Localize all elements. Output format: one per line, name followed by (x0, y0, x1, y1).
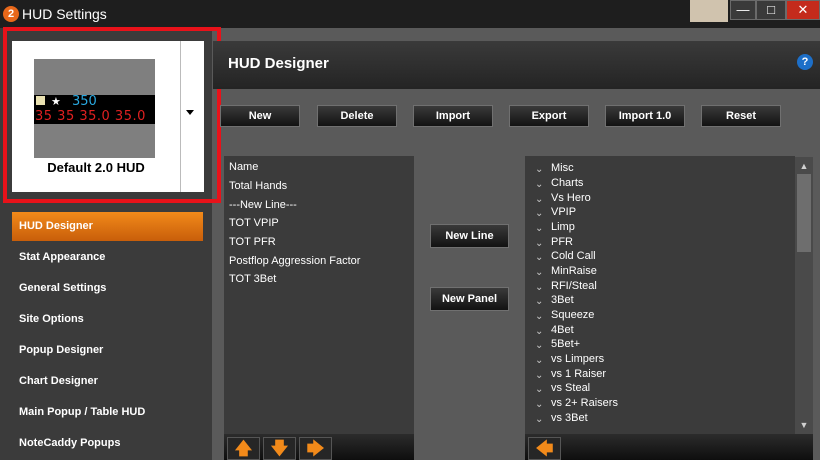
sidebar-item-stat-appearance[interactable]: Stat Appearance (12, 243, 203, 272)
chevron-down-icon[interactable]: ⌄ (535, 384, 543, 395)
sidebar-item-chart-designer[interactable]: Chart Designer (12, 367, 203, 396)
chevron-down-icon[interactable]: ⌄ (535, 414, 543, 425)
tree-item[interactable]: Misc (551, 162, 574, 174)
tree-item[interactable]: vs 1 Raiser (551, 368, 606, 380)
chevron-down-icon[interactable]: ⌄ (535, 326, 543, 337)
sidebar-item-main-popup[interactable]: Main Popup / Table HUD (12, 398, 203, 427)
list-item[interactable]: TOT VPIP (229, 217, 279, 229)
chevron-down-icon[interactable]: ⌄ (535, 311, 543, 322)
tree-item[interactable]: VPIP (551, 206, 576, 218)
list-item[interactable]: ---New Line--- (229, 199, 297, 211)
tree-item[interactable]: 3Bet (551, 294, 574, 306)
chevron-down-icon[interactable]: ⌄ (535, 164, 543, 175)
chevron-down-icon[interactable]: ⌄ (535, 238, 543, 249)
minimize-button[interactable]: — (730, 0, 756, 20)
sidebar-item-general-settings[interactable]: General Settings (12, 274, 203, 303)
hud-stat-list[interactable] (224, 156, 414, 434)
scroll-down-icon[interactable]: ▼ (797, 418, 811, 432)
sidebar-item-popup-designer[interactable]: Popup Designer (12, 336, 203, 365)
delete-button[interactable]: Delete (317, 105, 397, 127)
tree-item[interactable]: Charts (551, 177, 583, 189)
sidebar-item-notecaddy-popups[interactable]: NoteCaddy Popups (12, 429, 203, 458)
import-button[interactable]: Import (413, 105, 493, 127)
tree-item[interactable]: vs Steal (551, 382, 590, 394)
window-title: HUD Settings (22, 6, 107, 22)
new-button[interactable]: New (220, 105, 300, 127)
tree-item[interactable]: vs 3Bet (551, 412, 588, 424)
help-icon[interactable]: ? (797, 54, 813, 70)
list-item[interactable]: TOT PFR (229, 236, 276, 248)
chevron-down-icon[interactable]: ⌄ (535, 355, 543, 366)
chevron-down-icon[interactable]: ⌄ (535, 252, 543, 263)
new-line-button[interactable]: New Line (430, 224, 509, 248)
chevron-down-icon[interactable]: ⌄ (535, 208, 543, 219)
export-button[interactable]: Export (509, 105, 589, 127)
chevron-down-icon[interactable]: ⌄ (535, 370, 543, 381)
chevron-down-icon[interactable]: ⌄ (535, 223, 543, 234)
scrollbar-thumb[interactable] (797, 174, 811, 252)
tree-item[interactable]: 4Bet (551, 324, 574, 336)
right-list-toolbar (525, 434, 813, 460)
reset-button[interactable]: Reset (701, 105, 781, 127)
tree-item[interactable]: Limp (551, 221, 575, 233)
tree-item[interactable]: vs 2+ Raisers (551, 397, 618, 409)
list-item[interactable]: Name (229, 161, 258, 173)
list-item[interactable]: TOT 3Bet (229, 273, 276, 285)
chevron-down-icon[interactable]: ⌄ (535, 340, 543, 351)
move-up-icon[interactable]: 🡅 (227, 437, 260, 460)
sidebar-item-hud-designer[interactable]: HUD Designer (12, 212, 203, 241)
close-button[interactable]: ✕ (786, 0, 820, 20)
tree-item[interactable]: Squeeze (551, 309, 594, 321)
move-down-icon[interactable]: 🡇 (263, 437, 296, 460)
chevron-down-icon[interactable]: ⌄ (535, 179, 543, 190)
chevron-down-icon[interactable]: ⌄ (535, 399, 543, 410)
title-background-image (690, 0, 728, 22)
maximize-button[interactable]: □ (756, 0, 786, 20)
app-logo-icon: 2 (3, 6, 19, 22)
scroll-up-icon[interactable]: ▲ (797, 159, 811, 173)
sidebar-item-site-options[interactable]: Site Options (12, 305, 203, 334)
chevron-down-icon[interactable]: ⌄ (535, 267, 543, 278)
new-panel-button[interactable]: New Panel (430, 287, 509, 311)
import-1-0-button[interactable]: Import 1.0 (605, 105, 685, 127)
tree-item[interactable]: Vs Hero (551, 192, 591, 204)
tree-item[interactable]: RFI/Steal (551, 280, 597, 292)
tree-item[interactable]: PFR (551, 236, 573, 248)
page-title: HUD Designer (228, 55, 329, 72)
chevron-down-icon[interactable]: ⌄ (535, 296, 543, 307)
move-left-icon[interactable]: 🡄 (528, 437, 561, 460)
tree-item[interactable]: Cold Call (551, 250, 596, 262)
move-right-icon[interactable]: 🡆 (299, 437, 332, 460)
list-item[interactable]: Postflop Aggression Factor (229, 255, 360, 267)
tree-item[interactable]: vs Limpers (551, 353, 604, 365)
chevron-down-icon[interactable]: ⌄ (535, 282, 543, 293)
tree-item[interactable]: MinRaise (551, 265, 597, 277)
list-item[interactable]: Total Hands (229, 180, 287, 192)
highlight-box (3, 27, 221, 203)
chevron-down-icon[interactable]: ⌄ (535, 194, 543, 205)
tree-item[interactable]: 5Bet+ (551, 338, 580, 350)
